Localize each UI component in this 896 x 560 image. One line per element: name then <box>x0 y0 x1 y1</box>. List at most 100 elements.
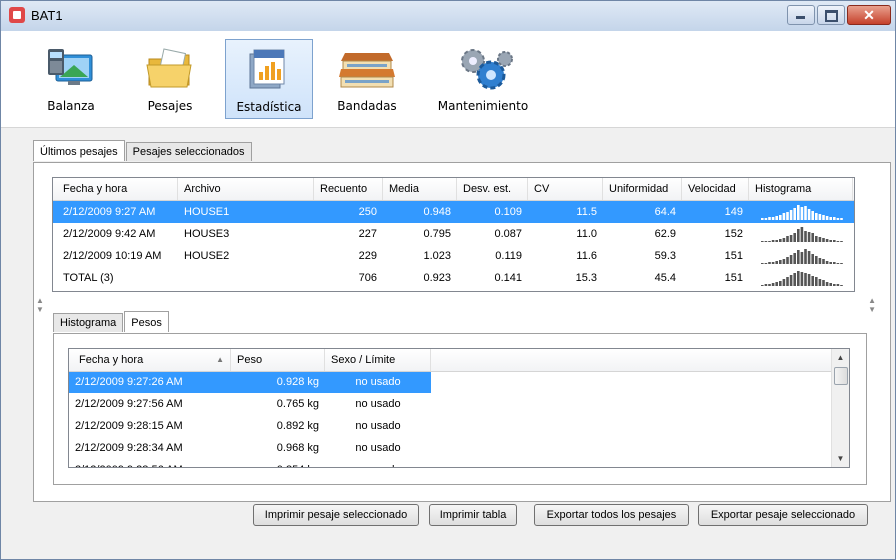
cell-fecha: 2/12/2009 10:19 AM <box>63 250 162 262</box>
col-header-histograma[interactable]: Histograma <box>749 178 853 200</box>
toolbar-bandadas[interactable]: Bandadas <box>329 39 405 117</box>
stats-table-row[interactable]: TOTAL (3) 706 0.923 0.141 15.3 45.4 151 <box>53 267 854 289</box>
weights-table-row[interactable]: 2/12/2009 9:27:26 AM 0.928 kg no usado <box>69 372 431 393</box>
weights-table-row[interactable]: 2/12/2009 9:28:34 AM 0.968 kg no usado <box>69 437 431 459</box>
scroll-thumb[interactable] <box>834 367 848 385</box>
sub-tabs: Histograma Pesos <box>53 311 170 333</box>
toolbar-label: Estadística <box>236 100 302 114</box>
minimize-icon <box>796 16 805 19</box>
weights-table-row[interactable]: 2/12/2009 9:27:56 AM 0.765 kg no usado <box>69 393 431 415</box>
export-all-button[interactable]: Exportar todos los pesajes <box>534 504 689 526</box>
stats-table-row[interactable]: 2/12/2009 9:42 AM HOUSE3 227 0.795 0.087 11.0… <box>53 223 854 245</box>
maximize-button[interactable] <box>817 5 845 25</box>
histogram-sparkline <box>761 271 843 286</box>
main-tabs: Últimos pesajes Pesajes seleccionados <box>33 140 253 162</box>
cell-media: 1.023 <box>423 250 451 262</box>
toolbar-label: Pesajes <box>147 99 193 113</box>
cell-media: 0.795 <box>423 228 451 240</box>
col-header-peso[interactable]: Peso <box>231 349 325 371</box>
cell-peso: 0.892 kg <box>276 420 319 432</box>
cell-fecha: 2/12/2009 9:28:34 AM <box>75 442 183 454</box>
histogram-sparkline <box>761 227 843 242</box>
histogram-sparkline <box>761 249 843 264</box>
cell-sexo: no usado <box>355 398 401 410</box>
weights-table: Fecha y hora ▲ Peso Sexo / Límite 2/12/2… <box>68 348 850 468</box>
cell-media: 0.948 <box>423 206 451 218</box>
minimize-button[interactable] <box>787 5 815 25</box>
cell-uniformidad: 62.9 <box>654 228 676 240</box>
toolbar-mantenimiento[interactable]: Mantenimiento <box>431 39 535 117</box>
scale-monitor-icon <box>48 49 93 85</box>
statistics-icon <box>249 49 285 89</box>
cell-fecha: TOTAL (3) <box>63 272 114 284</box>
cell-archivo: HOUSE1 <box>184 206 230 218</box>
cell-fecha: 2/12/2009 9:42 AM <box>63 228 156 240</box>
cell-fecha: 2/12/2009 9:27:56 AM <box>75 398 183 410</box>
col-header-archivo[interactable]: Archivo <box>178 178 314 200</box>
title-bar[interactable]: BAT1 ✕ <box>1 1 895 31</box>
col-header-recuento[interactable]: Recuento <box>314 178 383 200</box>
vertical-scrollbar[interactable]: ▲ ▼ <box>831 349 849 467</box>
toolbar-pesajes[interactable]: Pesajes <box>135 39 205 117</box>
splitter[interactable]: ▲ ▼ ▲ ▼ <box>36 296 876 314</box>
print-selected-button[interactable]: Imprimir pesaje seleccionado <box>253 504 419 526</box>
scroll-down-icon[interactable]: ▼ <box>832 450 849 467</box>
weights-table-row[interactable]: 2/12/2009 9:28:15 AM 0.892 kg no usado <box>69 415 431 437</box>
toolbar-label: Mantenimiento <box>437 99 529 113</box>
histogram-sparkline <box>761 205 843 220</box>
toolbar-label: Balanza <box>47 99 95 113</box>
cell-cv: 11.0 <box>576 228 597 240</box>
cell-peso: 0.765 kg <box>276 398 319 410</box>
barn-icon <box>339 53 395 88</box>
cell-recuento: 229 <box>358 250 377 262</box>
cell-sexo: no usado <box>355 376 401 388</box>
tab-ultimos-pesajes[interactable]: Últimos pesajes <box>33 140 125 161</box>
window-title: BAT1 <box>31 8 63 23</box>
cell-uniformidad: 45.4 <box>654 272 676 284</box>
cell-fecha: 2/12/2009 9:27 AM <box>63 206 156 218</box>
weights-table-header: Fecha y hora ▲ Peso Sexo / Límite <box>69 349 831 372</box>
col-header-sexo[interactable]: Sexo / Límite <box>325 349 431 371</box>
sort-ascending-icon: ▲ <box>216 355 224 364</box>
pesos-panel: Fecha y hora ▲ Peso Sexo / Límite 2/12/2… <box>53 333 867 485</box>
col-header-velocidad[interactable]: Velocidad <box>682 178 749 200</box>
stats-table-row[interactable]: 2/12/2009 9:27 AM HOUSE1 250 0.948 0.109 11.5… <box>53 201 854 223</box>
cell-media: 0.923 <box>423 272 451 284</box>
cell-fecha: 2/12/2009 9:27:26 AM <box>75 376 183 388</box>
col-header-fecha[interactable]: Fecha y hora <box>57 178 178 200</box>
cell-cv: 11.6 <box>576 250 597 262</box>
cell-velocidad: 149 <box>724 206 743 218</box>
close-button[interactable]: ✕ <box>847 5 891 25</box>
stats-table: Fecha y hora Archivo Recuento Media Desv… <box>52 177 855 292</box>
cell-velocidad: 152 <box>724 228 743 240</box>
stats-table-row[interactable]: 2/12/2009 10:19 AM HOUSE2 229 1.023 0.119 11.… <box>53 245 854 267</box>
cell-peso: 0.968 kg <box>276 442 319 454</box>
close-icon: ✕ <box>863 7 875 23</box>
col-header-media[interactable]: Media <box>383 178 457 200</box>
tab-pesajes-seleccionados[interactable]: Pesajes seleccionados <box>125 142 252 161</box>
cell-velocidad: 151 <box>724 250 743 262</box>
col-header-desv[interactable]: Desv. est. <box>457 178 528 200</box>
cell-uniformidad: 64.4 <box>654 206 676 218</box>
cell-cv: 11.5 <box>576 206 597 218</box>
print-table-button[interactable]: Imprimir tabla <box>429 504 517 526</box>
cell-fecha: 2/12/2009 9:28:56 AM <box>69 459 231 467</box>
cell-archivo <box>178 267 314 289</box>
weights-table-row[interactable]: 2/12/2009 9:28:56 AM0.854 kgno usado <box>69 459 431 467</box>
folder-icon <box>146 48 192 88</box>
toolbar-balanza[interactable]: Balanza <box>41 39 101 117</box>
scroll-up-icon[interactable]: ▲ <box>832 349 849 366</box>
cell-archivo: HOUSE3 <box>184 228 230 240</box>
cell-velocidad: 151 <box>724 272 743 284</box>
toolbar-label: Bandadas <box>337 99 397 113</box>
col-header-uniformidad[interactable]: Uniformidad <box>603 178 682 200</box>
col-header-fecha[interactable]: Fecha y hora ▲ <box>73 349 231 371</box>
col-header-label: Fecha y hora <box>79 354 144 366</box>
cell-peso: 0.854 kg <box>231 459 325 467</box>
export-selected-button[interactable]: Exportar pesaje seleccionado <box>698 504 868 526</box>
toolbar-estadistica[interactable]: Estadística <box>225 39 313 119</box>
tab-histograma[interactable]: Histograma <box>53 313 124 332</box>
stats-table-header: Fecha y hora Archivo Recuento Media Desv… <box>53 178 854 201</box>
col-header-cv[interactable]: CV <box>528 178 603 200</box>
tab-pesos[interactable]: Pesos <box>124 311 169 332</box>
